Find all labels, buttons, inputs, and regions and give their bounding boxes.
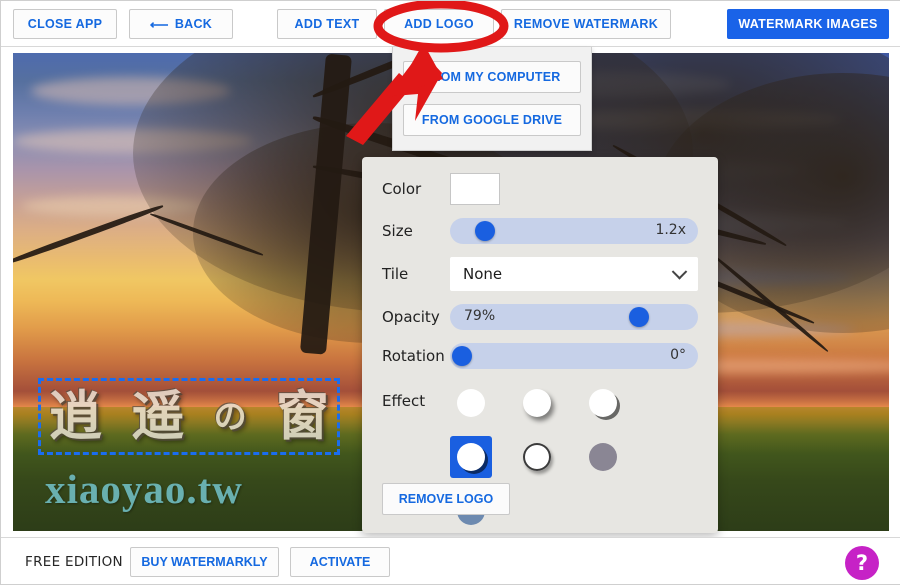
top-toolbar: CLOSE APP ⟵ BACK ADD TEXT ADD LOGO REMOV… [1,1,900,47]
effect-option-dark-outline[interactable] [516,436,558,478]
remove-logo-button[interactable]: REMOVE LOGO [382,483,510,515]
tile-row: Tile None [382,257,698,291]
question-mark-icon[interactable]: ? [845,546,879,580]
effect-label: Effect [382,392,426,410]
remove-watermark-button[interactable]: REMOVE WATERMARK [501,9,671,39]
logo-settings-panel: Color Size 1.2x Tile None Opacity 79% Ro… [362,157,718,533]
effect-option-hard-shadow[interactable] [582,382,624,424]
size-row: Size 1.2x [382,218,698,244]
color-label: Color [382,180,422,198]
back-button[interactable]: ⟵ BACK [129,9,233,39]
tile-label: Tile [382,265,409,283]
site-url-text: xiaoyao.tw [45,466,243,512]
opacity-slider[interactable]: 79% [450,304,698,330]
effect-option-inner-shadow[interactable] [450,436,492,478]
effect-dot-hard-shadow [589,389,617,417]
opacity-row: Opacity 79% [382,304,698,330]
tile-select[interactable]: None [450,257,698,291]
arrow-left-icon: ⟵ [149,16,169,32]
watermark-images-button[interactable]: WATERMARK IMAGES [727,9,889,39]
edition-label: FREE EDITION [25,554,123,570]
add-logo-button[interactable]: ADD LOGO [384,9,494,39]
add-text-button[interactable]: ADD TEXT [277,9,377,39]
buy-watermarkly-button[interactable]: BUY WATERMARKLY [130,547,279,577]
effect-option-soft-shadow[interactable] [516,382,558,424]
add-logo-dropdown-menu[interactable]: FROM MY COMPUTER FROM GOOGLE DRIVE [392,47,592,151]
chevron-down-icon [671,264,688,280]
size-slider-knob[interactable] [474,221,495,241]
size-value: 1.2x [655,222,686,238]
effect-dot-dark-outline [523,443,551,471]
rotation-row: Rotation 0° [382,343,698,369]
tile-select-value: None [463,265,503,283]
color-row: Color [382,173,698,205]
opacity-slider-knob[interactable] [628,307,649,327]
opacity-label: Opacity [382,308,440,326]
from-google-drive-button[interactable]: FROM GOOGLE DRIVE [403,104,581,136]
rotation-label: Rotation [382,347,445,365]
from-my-computer-button[interactable]: FROM MY COMPUTER [403,61,581,93]
activate-button[interactable]: ACTIVATE [290,547,390,577]
bottom-bar: FREE EDITION BUY WATERMARKLY ACTIVATE ? [1,537,900,584]
rotation-slider-knob[interactable] [452,346,472,366]
rotation-slider[interactable]: 0° [450,343,698,369]
effect-dot-soft-shadow [523,389,551,417]
back-button-label: BACK [174,17,213,31]
close-app-button[interactable]: CLOSE APP [13,9,117,39]
logo-selection-box[interactable] [38,378,340,455]
color-swatch[interactable] [450,173,500,205]
effect-option-grey-fill[interactable] [582,436,624,478]
effect-dot-inner-shadow [457,443,485,471]
effect-dot-plain [457,389,485,417]
effect-option-plain[interactable] [450,382,492,424]
size-label: Size [382,222,413,240]
size-slider[interactable]: 1.2x [450,218,698,244]
watermarkly-app-window: 逍 遥 の 窗 xiaoyao.tw CLOSE APP ⟵ BACK ADD … [0,0,900,585]
opacity-value: 79% [464,308,496,324]
effect-dot-grey-fill [589,443,617,471]
rotation-value: 0° [670,347,686,363]
